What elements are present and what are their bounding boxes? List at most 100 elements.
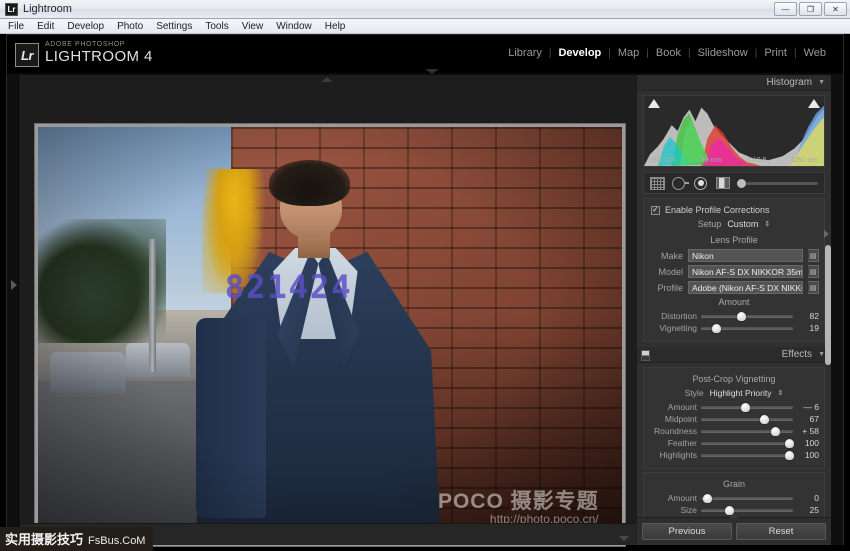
- poco-watermark: POCO 摄影专题 http://photo.poco.cn/: [438, 491, 599, 526]
- vignette-feather-row[interactable]: Feather 100: [649, 438, 819, 448]
- menu-help[interactable]: Help: [325, 21, 346, 32]
- grain-size-value: 25: [809, 505, 819, 515]
- previous-button[interactable]: Previous: [642, 522, 732, 540]
- vignette-highlights-label: Highlights: [659, 450, 697, 460]
- lens-profile-value[interactable]: Adobe (Nikon AF-S DX NIKKO...: [688, 281, 803, 294]
- module-print[interactable]: Print: [757, 47, 794, 59]
- menu-develop[interactable]: Develop: [67, 21, 104, 32]
- amount-title: Amount: [718, 297, 750, 307]
- menu-settings[interactable]: Settings: [156, 21, 192, 32]
- vignette-highlights-row[interactable]: Highlights 100: [649, 450, 819, 460]
- lens-make-row[interactable]: Make Nikon ▤: [649, 249, 819, 262]
- vignette-amount-slider[interactable]: [701, 402, 793, 412]
- vignette-feather-slider[interactable]: [701, 438, 794, 448]
- panel-expand-arrow[interactable]: [824, 230, 829, 238]
- menu-window[interactable]: Window: [276, 21, 312, 32]
- vignette-style-value[interactable]: Highlight Priority: [710, 388, 772, 398]
- close-button[interactable]: ✕: [824, 2, 847, 16]
- module-library[interactable]: Library: [501, 47, 549, 59]
- lightroom-logo-icon: Lr: [15, 43, 39, 67]
- setup-label: Setup: [697, 219, 722, 229]
- vignette-amount-label: Amount: [667, 402, 697, 412]
- grain-amount-row[interactable]: Amount 0: [649, 493, 819, 503]
- vignette-roundness-slider[interactable]: [701, 426, 793, 436]
- graduated-filter-tool-icon[interactable]: [716, 177, 730, 189]
- distortion-slider-row[interactable]: Distortion 82: [649, 311, 819, 321]
- histogram-graph[interactable]: ISO 640 35 mm ƒ / 2.5 1/50 sec: [643, 95, 825, 167]
- right-panel: Histogram ▼ ISO 640 35 mm ƒ / 2.5 1/50 s…: [637, 75, 831, 545]
- chevron-down-icon[interactable]: ▼: [818, 351, 825, 358]
- vignette-midpoint-slider[interactable]: [701, 414, 793, 424]
- viewer-top-arrow[interactable]: [321, 77, 333, 82]
- enable-profile-corrections-checkbox[interactable]: ✓: [651, 205, 660, 215]
- red-eye-tool-icon[interactable]: [694, 176, 709, 190]
- lens-make-value[interactable]: Nikon: [688, 249, 803, 262]
- menu-tools[interactable]: Tools: [205, 21, 228, 32]
- reset-button[interactable]: Reset: [736, 522, 826, 540]
- vignette-highlights-slider[interactable]: [701, 450, 794, 460]
- post-crop-vignetting-title: Post-Crop Vignetting: [692, 374, 776, 384]
- panel-bottom-arrow[interactable]: [729, 514, 739, 518]
- lens-profile-row[interactable]: Profile Adobe (Nikon AF-S DX NIKKO... ▤: [649, 281, 819, 294]
- vignette-amount-value: — 6: [803, 402, 819, 412]
- grain-size-slider[interactable]: [701, 505, 793, 515]
- histogram-panel-header[interactable]: Histogram ▼: [637, 75, 831, 91]
- photo-frame: 821424 POCO 摄影专题 http://photo.poco.cn/: [35, 124, 625, 546]
- effects-panel-header[interactable]: Effects ▼: [637, 347, 831, 363]
- brand-title: LIGHTROOM 4: [45, 48, 153, 65]
- menu-file[interactable]: File: [8, 21, 24, 32]
- histogram-title: Histogram: [766, 77, 813, 88]
- distortion-slider[interactable]: [701, 311, 793, 321]
- spinner-icon[interactable]: ⇕: [777, 389, 783, 397]
- spinner-icon[interactable]: ⇕: [764, 220, 770, 228]
- vignetting-slider-row[interactable]: Vignetting 19: [649, 323, 819, 333]
- module-slideshow[interactable]: Slideshow: [691, 47, 755, 59]
- distortion-label: Distortion: [661, 311, 697, 321]
- toolbar-collapse-arrow[interactable]: [619, 536, 629, 541]
- photo-canvas[interactable]: 821424 POCO 摄影专题 http://photo.poco.cn/: [38, 127, 622, 543]
- exif-focal-length: 35 mm: [700, 157, 723, 164]
- vignetting-label: Vignetting: [659, 323, 697, 333]
- lens-profile-title: Lens Profile: [710, 235, 758, 245]
- lens-profile-label: Profile: [657, 282, 683, 293]
- effects-panel-toggle-icon[interactable]: [641, 350, 650, 361]
- lens-model-row[interactable]: Model Nikon AF-S DX NIKKOR 35mm... ▤: [649, 265, 819, 278]
- vignette-style-row[interactable]: Style Highlight Priority ⇕: [649, 388, 819, 398]
- menu-photo[interactable]: Photo: [117, 21, 143, 32]
- menu-view[interactable]: View: [242, 21, 264, 32]
- vignette-midpoint-row[interactable]: Midpoint 67: [649, 414, 819, 424]
- vignette-amount-row[interactable]: Amount — 6: [649, 402, 819, 412]
- module-web[interactable]: Web: [797, 47, 833, 59]
- vignette-midpoint-value: 67: [809, 414, 819, 424]
- module-map[interactable]: Map: [611, 47, 646, 59]
- highlight-clipping-indicator[interactable]: [808, 99, 820, 108]
- module-develop[interactable]: Develop: [551, 47, 608, 59]
- grain-amount-slider[interactable]: [701, 493, 793, 503]
- lens-profile-dropdown-icon[interactable]: ▤: [808, 281, 819, 294]
- vignette-roundness-row[interactable]: Roundness + 58: [649, 426, 819, 436]
- top-panel-collapse-arrow[interactable]: [425, 69, 439, 74]
- chevron-right-icon[interactable]: [11, 280, 17, 290]
- enable-profile-corrections-row[interactable]: ✓ Enable Profile Corrections: [651, 205, 819, 215]
- lens-model-value[interactable]: Nikon AF-S DX NIKKOR 35mm...: [688, 265, 803, 278]
- setup-row[interactable]: Setup Custom ⇕: [649, 219, 819, 229]
- minimize-button[interactable]: —: [774, 2, 797, 16]
- footer-watermark-chinese: 实用摄影技巧: [5, 533, 84, 548]
- crop-tool-icon[interactable]: [650, 176, 665, 190]
- module-book[interactable]: Book: [649, 47, 688, 59]
- identity-bar: Lr ADOBE PHOTOSHOP LIGHTROOM 4 Library |…: [7, 35, 843, 73]
- menu-edit[interactable]: Edit: [37, 21, 54, 32]
- footer-watermark: 实用摄影技巧 FsBus.CoM: [0, 527, 154, 551]
- left-panel-collapsed[interactable]: [7, 75, 21, 545]
- spot-removal-tool-icon[interactable]: [672, 176, 687, 190]
- chevron-down-icon[interactable]: ▼: [818, 79, 825, 86]
- vignetting-slider[interactable]: [701, 323, 793, 333]
- setup-value[interactable]: Custom: [727, 219, 758, 229]
- adjustment-brush-tool-icon[interactable]: [737, 178, 818, 188]
- vignette-highlights-value: 100: [804, 450, 819, 460]
- lens-make-dropdown-icon[interactable]: ▤: [808, 249, 819, 262]
- vignetting-value: 19: [809, 323, 819, 333]
- shadow-clipping-indicator[interactable]: [648, 99, 660, 108]
- lens-model-dropdown-icon[interactable]: ▤: [808, 265, 819, 278]
- maximize-button[interactable]: ❐: [799, 2, 822, 16]
